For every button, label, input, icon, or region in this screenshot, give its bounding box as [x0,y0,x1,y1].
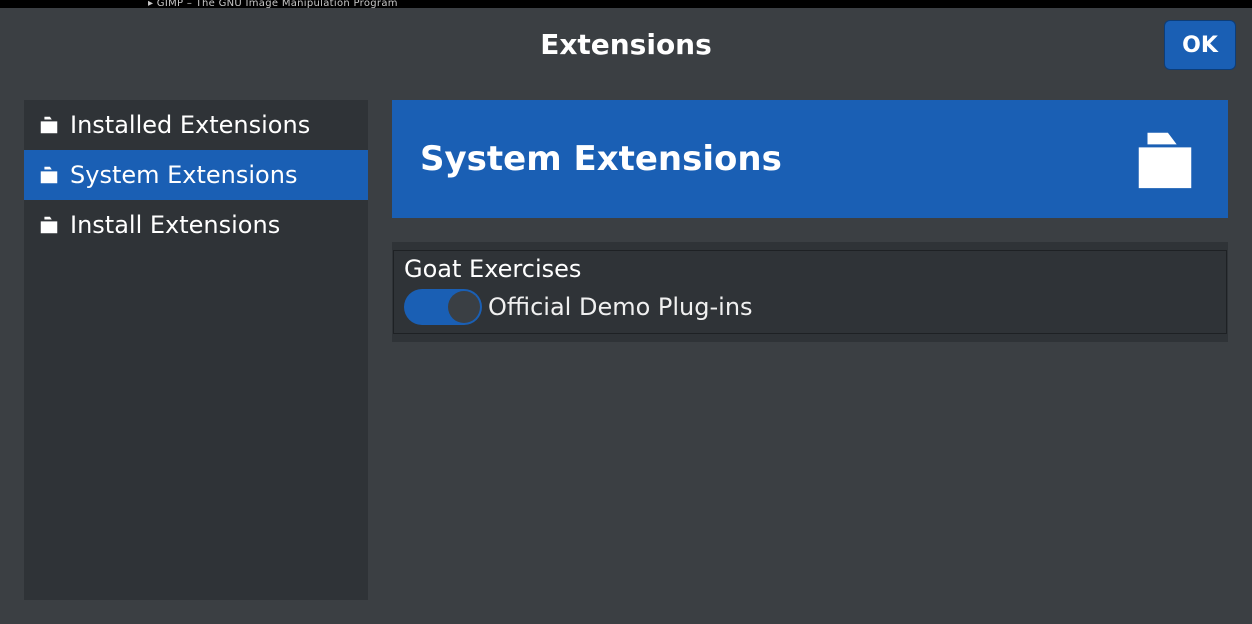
package-large-icon [1130,124,1200,194]
dialog-body: Installed Extensions System Extensions I… [0,80,1252,624]
sidebar-item-install-extensions[interactable]: Install Extensions [24,200,368,250]
main-panel: System Extensions Goat Exercises Officia… [392,100,1228,600]
sidebar-item-system-extensions[interactable]: System Extensions [24,150,368,200]
window-titlebar-remnant: ▸ GIMP – The GNU Image Manipulation Prog… [148,0,398,8]
extension-name: Goat Exercises [394,251,1226,283]
extension-enable-toggle[interactable] [404,289,482,325]
panel-title: System Extensions [420,139,782,179]
sidebar: Installed Extensions System Extensions I… [24,100,368,600]
extension-description: Official Demo Plug-ins [488,293,753,321]
dialog-title: Extensions [540,28,712,61]
toggle-thumb [448,291,480,323]
package-icon [38,214,60,236]
sidebar-item-label: Installed Extensions [70,111,310,139]
panel-header: System Extensions [392,100,1228,218]
dialog-header: Extensions OK [0,8,1252,80]
ok-button-label: OK [1182,33,1218,58]
extensions-dialog: Extensions OK Installed Extensions Syste… [0,8,1252,624]
sidebar-item-label: Install Extensions [70,211,280,239]
extensions-list: Goat Exercises Official Demo Plug-ins [392,242,1228,342]
sidebar-item-label: System Extensions [70,161,297,189]
sidebar-item-installed-extensions[interactable]: Installed Extensions [24,100,368,150]
ok-button[interactable]: OK [1164,20,1236,70]
package-icon [38,114,60,136]
package-icon [38,164,60,186]
extension-row: Official Demo Plug-ins [394,283,1226,333]
extension-item: Goat Exercises Official Demo Plug-ins [393,250,1227,334]
